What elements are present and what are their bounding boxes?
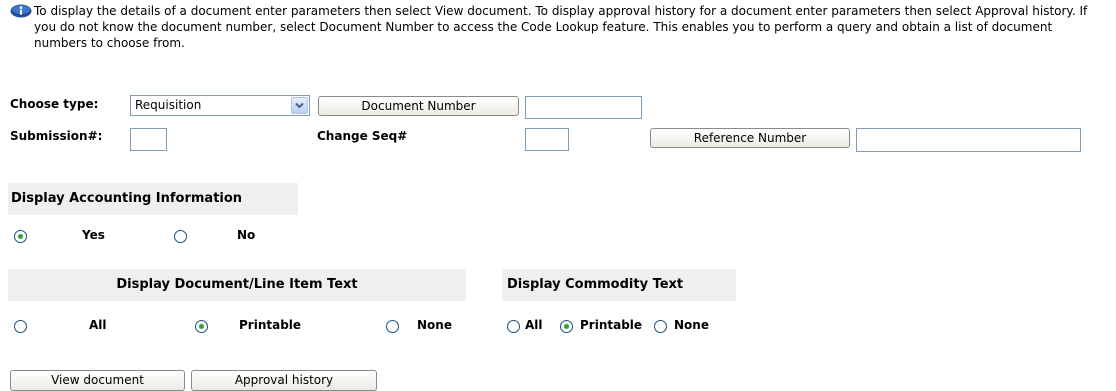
info-icon [10, 4, 32, 18]
choose-type-label: Choose type: [10, 97, 99, 111]
line-item-printable-label: Printable [239, 318, 302, 332]
commodity-text-section-header: Display Commodity Text [502, 269, 736, 301]
commodity-printable-radio[interactable] [560, 320, 573, 333]
line-item-none-label: None [417, 318, 452, 332]
document-number-input[interactable] [525, 96, 642, 119]
accounting-no-label: No [237, 228, 256, 242]
chevron-down-icon [295, 102, 304, 109]
commodity-all-radio[interactable] [507, 320, 520, 333]
line-item-all-label: All [89, 318, 107, 332]
accounting-yes-radio[interactable] [14, 230, 27, 243]
choose-type-select[interactable]: Requisition [130, 95, 310, 116]
change-seq-input[interactable] [525, 128, 569, 151]
line-item-printable-radio[interactable] [195, 320, 208, 333]
submission-input[interactable] [130, 128, 167, 151]
accounting-section-header: Display Accounting Information [8, 183, 298, 215]
reference-number-input[interactable] [856, 128, 1081, 152]
submission-label: Submission#: [10, 129, 103, 143]
commodity-printable-label: Printable [580, 318, 643, 332]
view-document-button[interactable]: View document [10, 370, 185, 391]
commodity-none-radio[interactable] [654, 320, 667, 333]
commodity-none-label: None [674, 318, 709, 332]
approval-history-button[interactable]: Approval history [191, 370, 377, 391]
line-item-all-radio[interactable] [14, 320, 27, 333]
line-item-none-radio[interactable] [386, 320, 399, 333]
instructions-text: To display the details of a document ent… [34, 4, 1088, 50]
reference-number-button[interactable]: Reference Number [650, 128, 850, 148]
commodity-all-label: All [525, 318, 543, 332]
choose-type-value: Requisition [135, 98, 202, 112]
change-seq-label: Change Seq# [317, 129, 408, 143]
line-item-text-section-header: Display Document/Line Item Text [8, 269, 466, 301]
document-number-button[interactable]: Document Number [318, 96, 519, 116]
dropdown-arrow[interactable] [291, 97, 308, 114]
accounting-yes-label: Yes [82, 228, 105, 242]
accounting-no-radio[interactable] [174, 230, 187, 243]
